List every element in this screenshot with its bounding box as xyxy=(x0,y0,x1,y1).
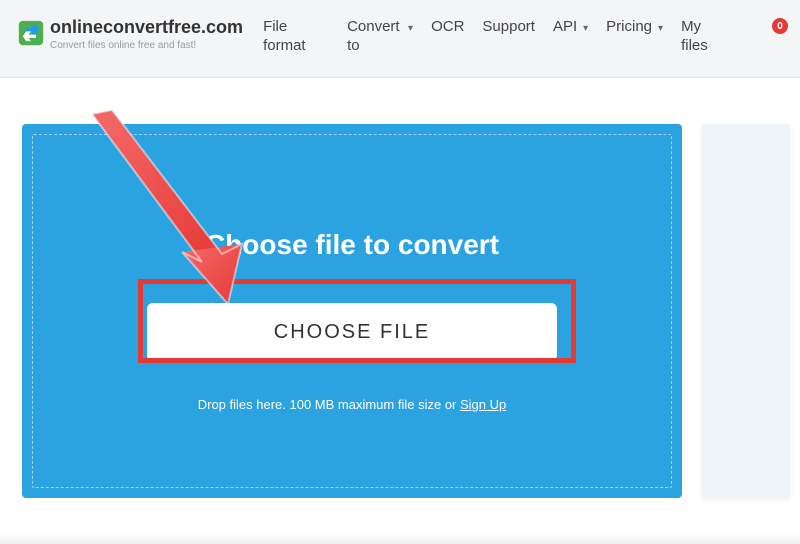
nav-support[interactable]: Support xyxy=(482,18,535,37)
upload-headline: Choose file to convert xyxy=(33,229,671,261)
choose-file-button[interactable]: CHOOSE FILE xyxy=(147,303,557,361)
chevron-down-icon: ▾ xyxy=(408,23,413,36)
site-name: onlineconvertfree.com xyxy=(50,18,243,38)
site-logo[interactable]: onlineconvertfree.com Convert files onli… xyxy=(18,18,243,51)
swap-arrows-icon xyxy=(18,20,44,46)
nav-convert-to[interactable]: Convert to ▾ xyxy=(347,18,413,56)
chevron-down-icon: ▾ xyxy=(658,23,663,36)
signup-link[interactable]: Sign Up xyxy=(460,397,506,412)
page-root: onlineconvertfree.com Convert files onli… xyxy=(0,0,800,544)
site-header: onlineconvertfree.com Convert files onli… xyxy=(0,0,800,78)
page-bottom-shadow xyxy=(0,534,800,544)
site-tagline: Convert files online free and fast! xyxy=(50,40,243,51)
upload-dropzone[interactable]: Choose file to convert CHOOSE FILE Drop … xyxy=(32,134,672,488)
chevron-down-icon: ▾ xyxy=(583,23,588,36)
upload-helper: Drop files here. 100 MB maximum file siz… xyxy=(33,397,671,412)
upload-helper-text: Drop files here. 100 MB maximum file siz… xyxy=(198,397,460,412)
nav-my-files[interactable]: My files xyxy=(681,18,727,56)
main-nav: File format Convert to ▾ OCR Support API… xyxy=(263,18,768,56)
header-right: 0 xyxy=(772,18,788,34)
nav-api[interactable]: API ▾ xyxy=(553,18,588,37)
upload-panel: Choose file to convert CHOOSE FILE Drop … xyxy=(22,124,682,498)
main-content: Choose file to convert CHOOSE FILE Drop … xyxy=(0,78,800,498)
notification-badge[interactable]: 0 xyxy=(772,18,788,34)
side-panel xyxy=(702,124,790,498)
nav-ocr[interactable]: OCR xyxy=(431,18,464,37)
nav-file-format[interactable]: File format xyxy=(263,18,329,56)
nav-pricing[interactable]: Pricing ▾ xyxy=(606,18,663,37)
